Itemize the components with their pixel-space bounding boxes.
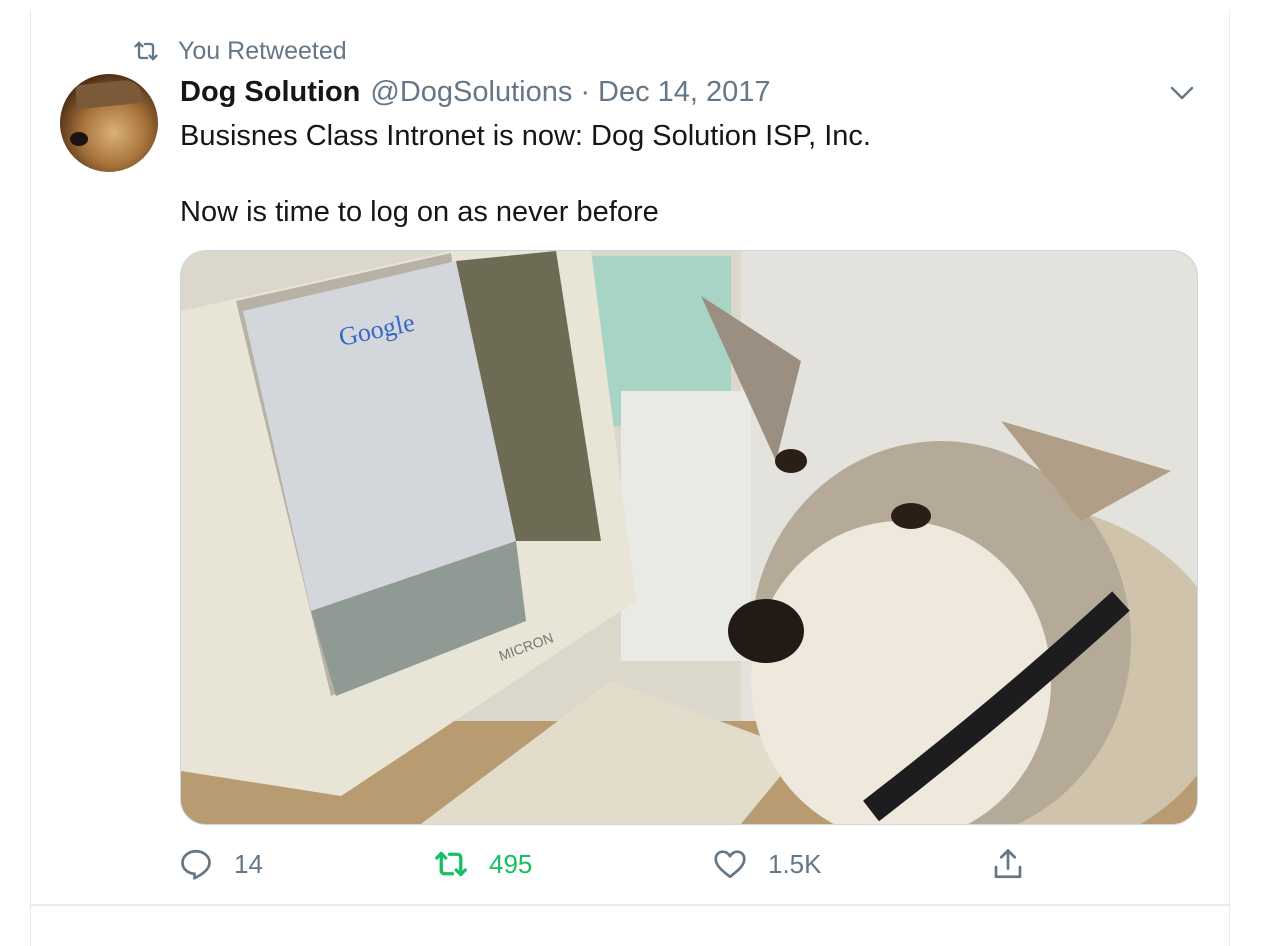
retweet-context[interactable]: You Retweeted (132, 36, 347, 66)
tweet-header: Dog Solution @DogSolutions · Dec 14, 201… (180, 76, 771, 109)
share-icon (994, 849, 1022, 879)
chevron-down-icon[interactable] (1168, 82, 1196, 104)
author-handle[interactable]: @DogSolutions (370, 76, 572, 109)
share-button[interactable] (990, 842, 1046, 886)
header-separator: · (580, 76, 591, 108)
like-count: 1.5K (768, 848, 822, 879)
avatar-hat (74, 78, 144, 110)
tweet-text-line2: Now is time to log on as never before (180, 196, 659, 228)
tweet-text-line1: Busisnes Class Intronet is now: Dog Solu… (180, 120, 871, 152)
reply-button[interactable]: 14 (178, 842, 263, 886)
like-button[interactable]: 1.5K (712, 842, 822, 886)
author-name[interactable]: Dog Solution (180, 76, 360, 109)
reply-count: 14 (234, 848, 263, 879)
retweet-action-icon (435, 851, 467, 877)
retweet-context-label: You Retweeted (178, 36, 347, 65)
tweet-actions: 14 495 1.5K (0, 842, 1262, 886)
heart-icon (714, 850, 746, 879)
reply-icon (181, 849, 211, 880)
retweet-icon (134, 41, 158, 61)
retweet-count: 495 (489, 848, 533, 879)
media-illustration: Google MICRON (181, 251, 1197, 824)
avatar[interactable] (60, 74, 158, 172)
tweet-media-image[interactable]: Google MICRON (180, 250, 1198, 825)
avatar-nose (70, 132, 88, 146)
retweet-button[interactable]: 495 (433, 842, 532, 886)
tweet-date[interactable]: Dec 14, 2017 (598, 76, 771, 109)
